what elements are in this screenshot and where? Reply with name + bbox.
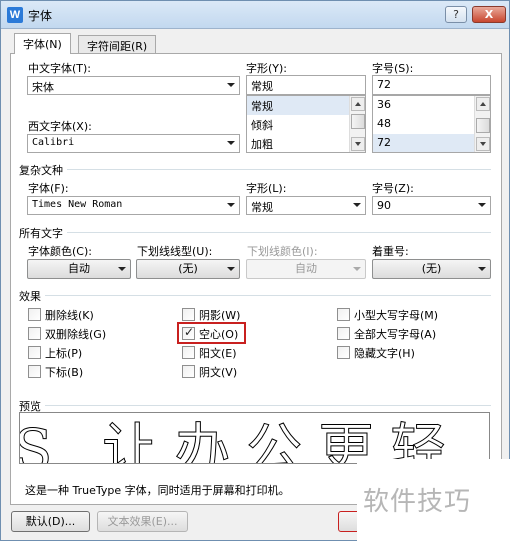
chevron-down-icon bbox=[227, 267, 235, 271]
divider bbox=[41, 295, 491, 296]
western-font-value: Calibri bbox=[32, 137, 75, 148]
size-label: 字号(S): bbox=[372, 62, 414, 75]
title-bar: W 字体 ? X bbox=[1, 1, 509, 29]
preview-box: S 让办公更轻 bbox=[19, 412, 490, 464]
font-color-dropdown[interactable]: 自动 bbox=[27, 259, 131, 279]
default-button[interactable]: 默认(D)... bbox=[11, 511, 90, 532]
size-input[interactable]: 72 bbox=[372, 75, 491, 95]
scrollbar[interactable] bbox=[349, 96, 365, 152]
list-item[interactable]: 加粗 bbox=[247, 134, 365, 152]
emboss-label: 阳文(E) bbox=[199, 347, 237, 360]
strikethrough-label: 删除线(K) bbox=[45, 309, 94, 322]
superscript-checkbox[interactable] bbox=[28, 346, 41, 359]
chevron-down-icon bbox=[478, 203, 486, 207]
underline-color-value: 自动 bbox=[295, 262, 317, 275]
size-listbox[interactable]: 36 48 72 bbox=[372, 95, 491, 153]
style-input[interactable]: 常规 bbox=[246, 75, 366, 95]
help-button[interactable]: ? bbox=[445, 6, 467, 23]
shadow-checkbox[interactable] bbox=[182, 308, 195, 321]
shadow-label: 阴影(W) bbox=[199, 309, 241, 322]
chevron-down-icon bbox=[353, 203, 361, 207]
hidden-text-label: 隐藏文字(H) bbox=[354, 347, 415, 360]
list-item[interactable]: 36 bbox=[373, 96, 490, 115]
chevron-down-icon bbox=[227, 83, 235, 87]
effects-section-title: 效果 bbox=[19, 288, 45, 304]
text-effects-button[interactable]: 文本效果(E)... bbox=[97, 511, 188, 532]
subscript-label: 下标(B) bbox=[45, 366, 84, 379]
preview-description: 这是一种 TrueType 字体，同时适用于屏幕和打印机。 bbox=[25, 484, 290, 497]
scroll-up-icon[interactable] bbox=[476, 97, 490, 111]
scroll-down-icon[interactable] bbox=[476, 137, 490, 151]
divider bbox=[63, 169, 491, 170]
chinese-font-label: 中文字体(T): bbox=[28, 62, 92, 75]
underline-color-label: 下划线颜色(I): bbox=[247, 245, 318, 258]
emphasis-label: 着重号: bbox=[372, 245, 409, 258]
underline-style-dropdown[interactable]: (无) bbox=[136, 259, 240, 279]
scrollbar[interactable] bbox=[474, 96, 490, 152]
chevron-down-icon bbox=[227, 141, 235, 145]
emphasis-value: (无) bbox=[421, 262, 442, 275]
watermark: 软件技巧 bbox=[357, 459, 510, 541]
strikethrough-checkbox[interactable] bbox=[28, 308, 41, 321]
window-title: 字体 bbox=[28, 9, 53, 23]
complex-font-label: 字体(F): bbox=[28, 182, 69, 195]
list-item[interactable]: 48 bbox=[373, 115, 490, 134]
font-color-label: 字体颜色(C): bbox=[28, 245, 92, 258]
superscript-label: 上标(P) bbox=[45, 347, 83, 360]
style-listbox[interactable]: 常规 倾斜 加粗 bbox=[246, 95, 366, 153]
scroll-down-icon[interactable] bbox=[351, 137, 365, 151]
list-item[interactable]: 常规 bbox=[247, 96, 365, 115]
chevron-down-icon bbox=[227, 203, 235, 207]
all-caps-label: 全部大写字母(A) bbox=[354, 328, 437, 341]
complex-size-select[interactable]: 90 bbox=[372, 196, 491, 215]
underline-style-value: (无) bbox=[178, 262, 198, 275]
complex-font-select[interactable]: Times New Roman bbox=[27, 196, 240, 215]
double-strikethrough-label: 双删除线(G) bbox=[45, 328, 107, 341]
western-font-select[interactable]: Calibri bbox=[27, 134, 240, 153]
complex-font-value: Times New Roman bbox=[32, 199, 123, 210]
underline-color-dropdown[interactable]: 自动 bbox=[246, 259, 366, 279]
chevron-down-icon bbox=[353, 267, 361, 271]
outline-checkbox[interactable] bbox=[182, 325, 195, 340]
font-color-value: 自动 bbox=[68, 262, 90, 275]
list-item[interactable]: 72 bbox=[373, 134, 490, 152]
chinese-font-select[interactable]: 宋体 bbox=[27, 76, 240, 95]
scroll-thumb[interactable] bbox=[351, 114, 365, 129]
divider bbox=[45, 405, 491, 406]
all-caps-checkbox[interactable] bbox=[337, 327, 350, 340]
subscript-checkbox[interactable] bbox=[28, 365, 41, 378]
emboss-checkbox[interactable] bbox=[182, 346, 195, 359]
tab-character-spacing[interactable]: 字符间距(R) bbox=[78, 35, 157, 54]
hidden-text-checkbox[interactable] bbox=[337, 346, 350, 359]
tab-font[interactable]: 字体(N) bbox=[14, 33, 71, 54]
small-caps-label: 小型大写字母(M) bbox=[354, 309, 439, 322]
style-label: 字形(Y): bbox=[246, 62, 288, 75]
chevron-down-icon bbox=[118, 267, 126, 271]
divider bbox=[63, 232, 491, 233]
wps-writer-icon: W bbox=[7, 7, 23, 23]
underline-style-label: 下划线线型(U): bbox=[137, 245, 213, 258]
engrave-label: 阴文(V) bbox=[199, 366, 238, 379]
close-button[interactable]: X bbox=[472, 6, 506, 23]
chevron-down-icon bbox=[478, 267, 486, 271]
complex-style-label: 字形(L): bbox=[246, 182, 287, 195]
list-item[interactable]: 倾斜 bbox=[247, 115, 365, 134]
preview-sample-text: S 让办公更轻 bbox=[19, 418, 463, 464]
all-text-section-title: 所有文字 bbox=[19, 225, 67, 241]
complex-section-title: 复杂文种 bbox=[19, 162, 67, 178]
complex-style-value: 常规 bbox=[251, 201, 273, 214]
scroll-up-icon[interactable] bbox=[351, 97, 365, 111]
emphasis-dropdown[interactable]: (无) bbox=[372, 259, 491, 279]
western-font-label: 西文字体(X): bbox=[28, 120, 92, 133]
chinese-font-value: 宋体 bbox=[32, 81, 54, 94]
scroll-thumb[interactable] bbox=[476, 118, 490, 133]
complex-style-select[interactable]: 常规 bbox=[246, 196, 366, 215]
engrave-checkbox[interactable] bbox=[182, 365, 195, 378]
font-dialog: W 字体 ? X 字体(N) 字符间距(R) 中文字体(T): 宋体 字形(Y)… bbox=[0, 0, 510, 541]
small-caps-checkbox[interactable] bbox=[337, 308, 350, 321]
outline-label: 空心(O) bbox=[199, 328, 239, 341]
complex-size-label: 字号(Z): bbox=[372, 182, 414, 195]
complex-size-value: 90 bbox=[377, 199, 391, 212]
double-strikethrough-checkbox[interactable] bbox=[28, 327, 41, 340]
